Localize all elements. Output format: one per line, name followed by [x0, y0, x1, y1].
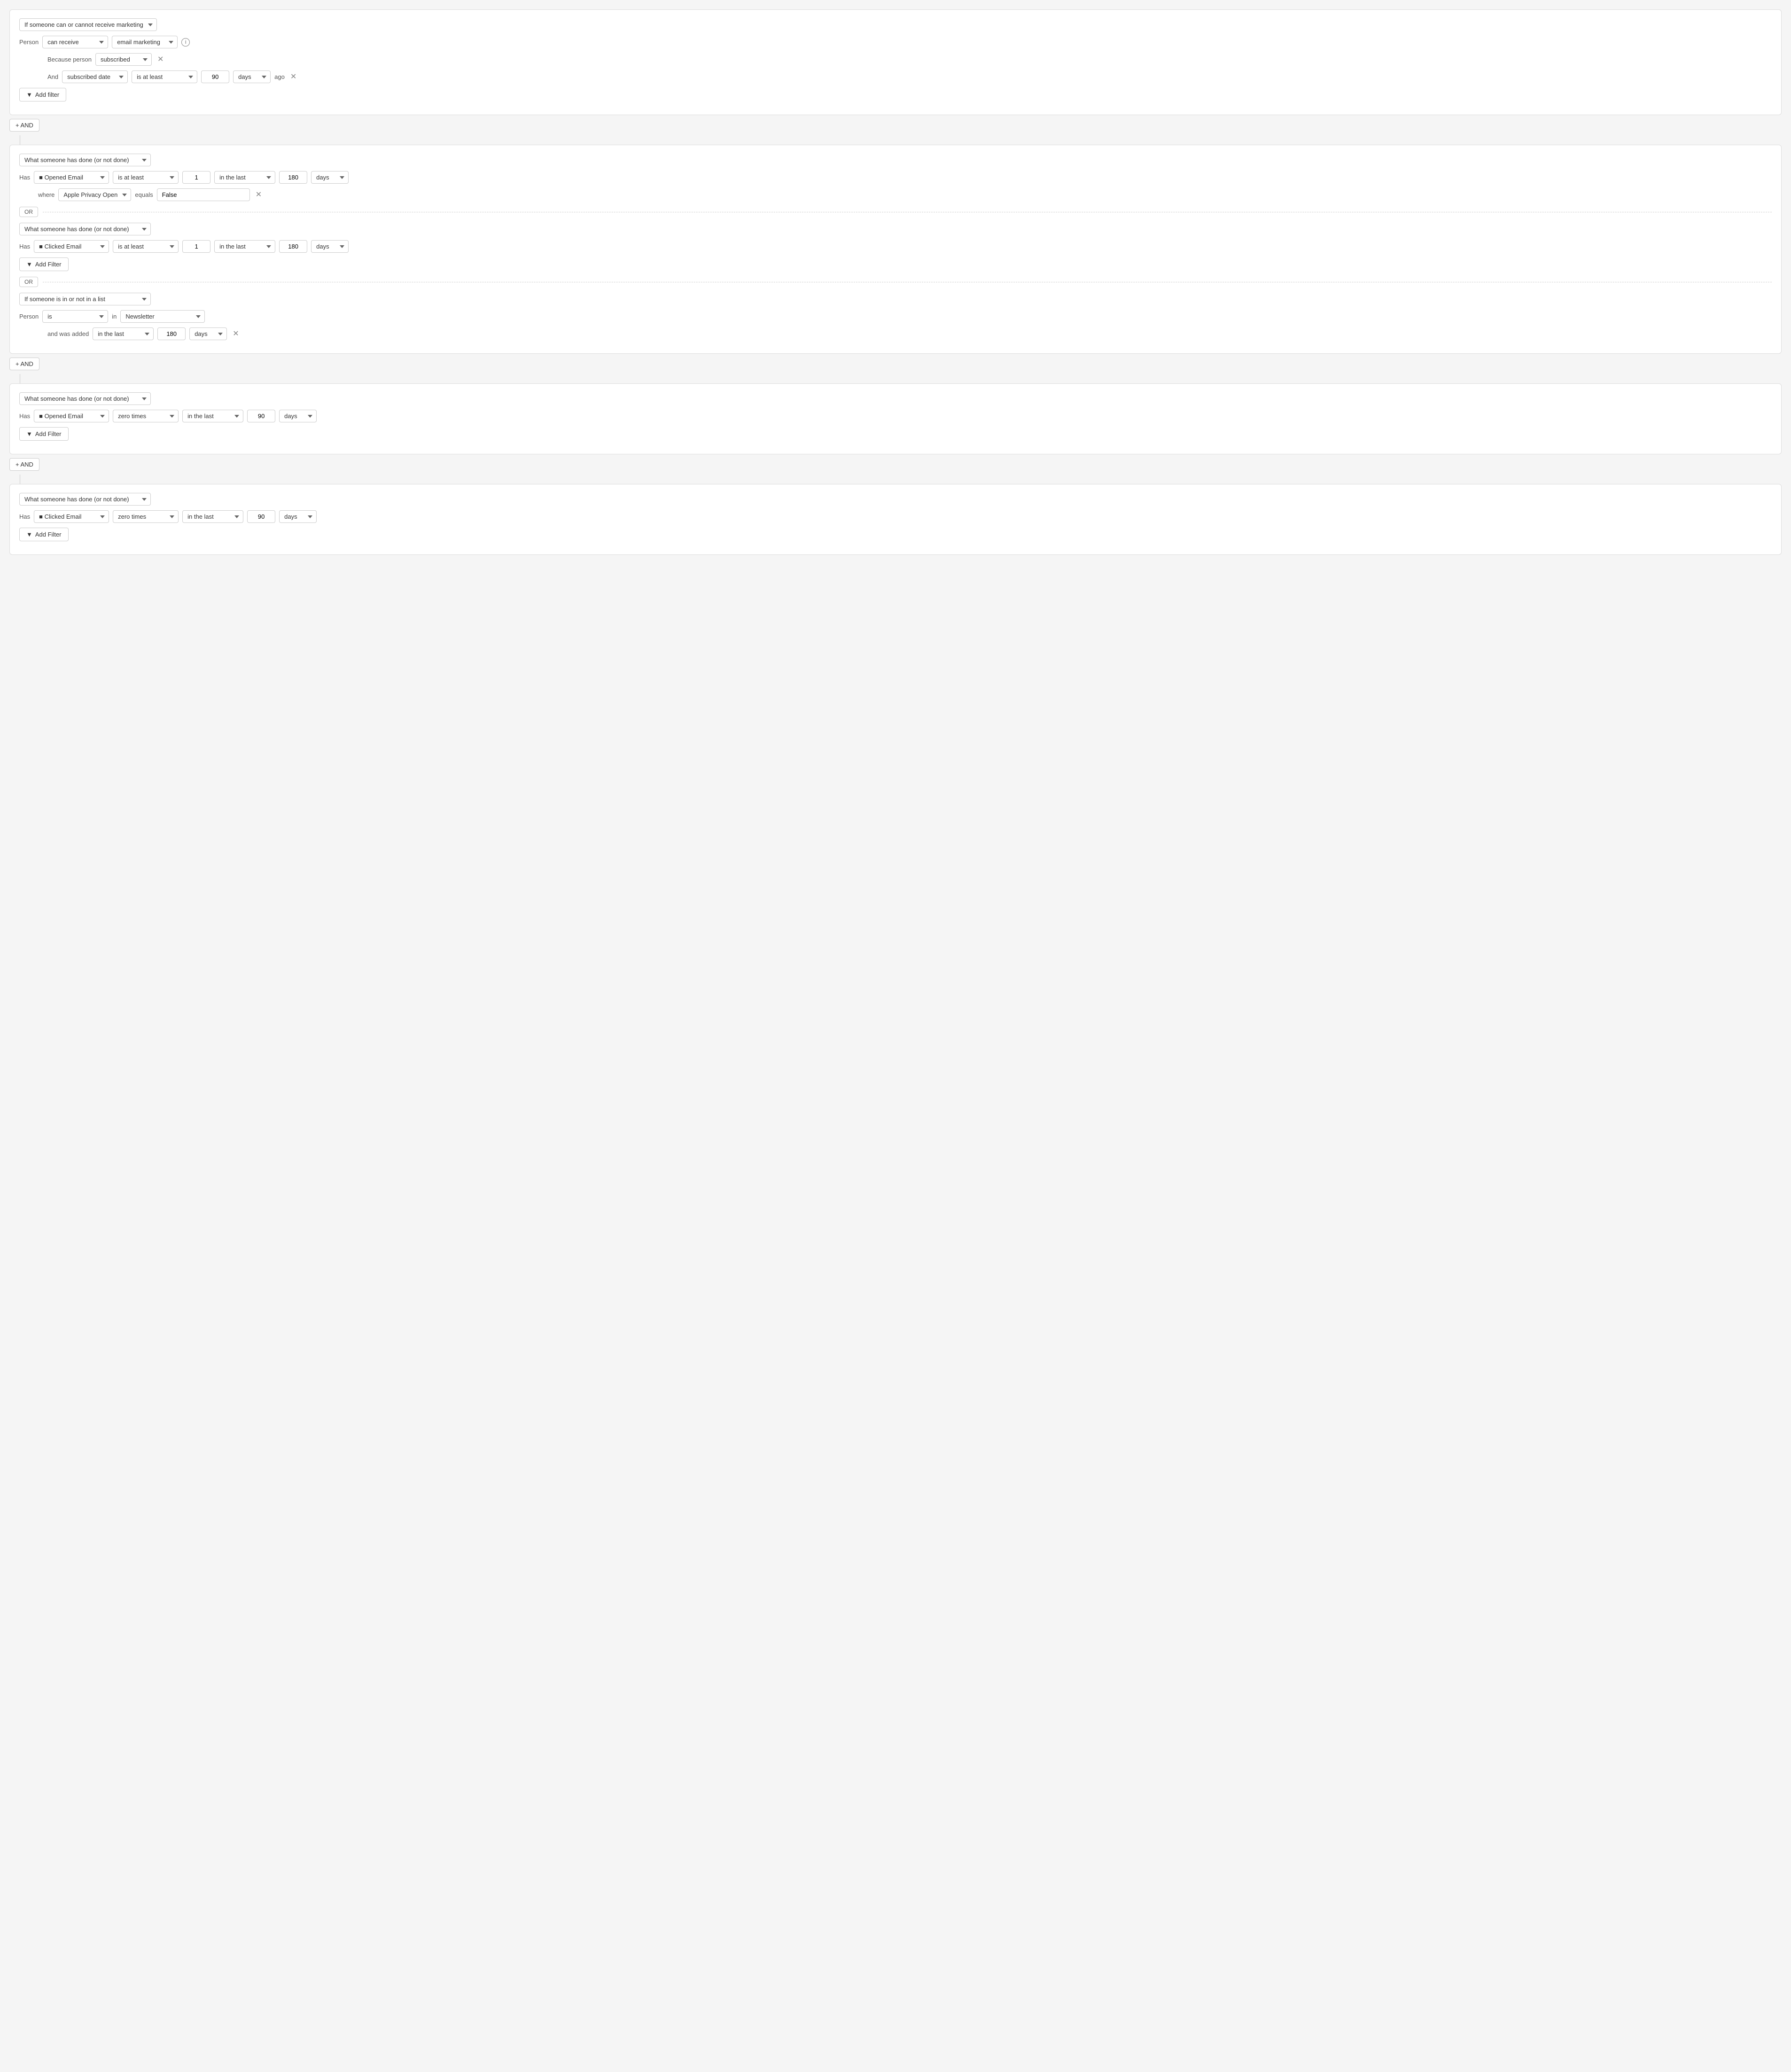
info-icon[interactable]: i: [181, 38, 190, 47]
subscribed-select[interactable]: subscribed: [95, 53, 152, 66]
main-select-3[interactable]: What someone has done (or not done): [19, 392, 151, 405]
where-label-2a: where: [38, 191, 55, 198]
and-was-added-label: and was added: [47, 330, 89, 337]
add-filter-btn-1[interactable]: ▼ Add filter: [19, 88, 66, 101]
or-divider-1: OR: [19, 207, 1772, 217]
has-label-2b: Has: [19, 243, 30, 250]
ago-label: ago: [274, 73, 285, 80]
block-group: What someone has done (or not done) Has …: [9, 145, 1782, 354]
has-label-4: Has: [19, 513, 30, 520]
days-unit-2b[interactable]: days: [311, 240, 349, 253]
add-filter-btn-3[interactable]: ▼ Add Filter: [19, 427, 69, 441]
days-value-2b[interactable]: [279, 240, 307, 253]
where-close-2a[interactable]: ✕: [254, 190, 264, 200]
subscribed-date-select[interactable]: subscribed date: [62, 70, 128, 83]
main-select-marketing[interactable]: If someone can or cannot receive marketi…: [19, 18, 157, 31]
add-filter-label-4: Add Filter: [35, 531, 62, 538]
main-select-2a[interactable]: What someone has done (or not done): [19, 154, 151, 166]
condition-select-3[interactable]: zero times: [113, 410, 179, 422]
in-label-2c: in: [112, 313, 117, 320]
filter-icon-1: ▼: [26, 91, 32, 98]
block-marketing: If someone can or cannot receive marketi…: [9, 9, 1782, 115]
days-unit-4[interactable]: days: [279, 510, 317, 523]
action-select-3[interactable]: ■ Opened Email: [34, 410, 109, 422]
condition-select-2b[interactable]: is at least: [113, 240, 179, 253]
action-select-2b[interactable]: ■ Clicked Email: [34, 240, 109, 253]
condition-select-4[interactable]: zero times: [113, 510, 179, 523]
where-field-2a[interactable]: Apple Privacy Open: [58, 188, 131, 201]
main-select-4[interactable]: What someone has done (or not done): [19, 493, 151, 506]
and-connector-2: + AND: [9, 358, 1782, 370]
block-clicked-zero: What someone has done (or not done) Has …: [9, 484, 1782, 555]
sub-block-list: If someone is in or not in a list Person…: [19, 293, 1772, 340]
can-receive-select[interactable]: can receive: [42, 36, 108, 48]
filter-icon-2b: ▼: [26, 261, 32, 268]
because-close-btn[interactable]: ✕: [156, 55, 165, 64]
has-label-2a: Has: [19, 174, 30, 181]
days-unit-2c[interactable]: days: [189, 327, 227, 340]
timeframe-select-4[interactable]: in the last: [182, 510, 243, 523]
and-label: And: [47, 73, 58, 80]
days-value-input-1[interactable]: [201, 70, 229, 83]
block-opened-zero: What someone has done (or not done) Has …: [9, 383, 1782, 454]
and-btn-3[interactable]: + AND: [9, 458, 39, 471]
value-input-2b[interactable]: [182, 240, 210, 253]
person-label-2c: Person: [19, 313, 39, 320]
or-label-2: OR: [19, 277, 38, 287]
timeframe-select-2c[interactable]: in the last: [93, 327, 154, 340]
action-select-4[interactable]: ■ Clicked Email: [34, 510, 109, 523]
because-person-label: Because person: [47, 56, 92, 63]
condition-select-2a[interactable]: is at least: [113, 171, 179, 184]
is-select-2c[interactable]: is: [42, 310, 108, 323]
days-value-3[interactable]: [247, 410, 275, 422]
action-select-2a[interactable]: ■ Opened Email: [34, 171, 109, 184]
filter-icon-3: ▼: [26, 430, 32, 437]
add-filter-label-2b: Add Filter: [35, 261, 62, 268]
or-label-1: OR: [19, 207, 38, 217]
list-select-2c[interactable]: Newsletter: [120, 310, 205, 323]
and-btn-2[interactable]: + AND: [9, 358, 39, 370]
and-connector-3: + AND: [9, 458, 1782, 471]
days-unit-3[interactable]: days: [279, 410, 317, 422]
and-row-close-btn[interactable]: ✕: [288, 72, 298, 82]
email-marketing-select[interactable]: email marketing: [112, 36, 178, 48]
and-btn-1[interactable]: + AND: [9, 119, 39, 132]
or-divider-2: OR: [19, 277, 1772, 287]
person-label: Person: [19, 39, 39, 46]
filter-icon-4: ▼: [26, 531, 32, 538]
where-value-2a[interactable]: [157, 188, 250, 201]
add-filter-label-1: Add filter: [35, 91, 59, 98]
days-unit-2a[interactable]: days: [311, 171, 349, 184]
add-filter-btn-4[interactable]: ▼ Add Filter: [19, 528, 69, 541]
has-label-3: Has: [19, 413, 30, 420]
add-filter-label-3: Add Filter: [35, 430, 62, 437]
days-value-2c[interactable]: [157, 327, 186, 340]
main-select-2b[interactable]: What someone has done (or not done): [19, 223, 151, 235]
add-filter-btn-2b[interactable]: ▼ Add Filter: [19, 257, 69, 271]
list-row-close-btn[interactable]: ✕: [231, 329, 241, 339]
value-input-2a[interactable]: [182, 171, 210, 184]
equals-label-2a: equals: [135, 191, 153, 198]
main-select-2c[interactable]: If someone is in or not in a list: [19, 293, 151, 305]
is-at-least-select-1[interactable]: is at least: [132, 70, 197, 83]
and-connector-1: + AND: [9, 119, 1782, 132]
timeframe-select-2b[interactable]: in the last: [214, 240, 275, 253]
days-value-4[interactable]: [247, 510, 275, 523]
days-value-2a[interactable]: [279, 171, 307, 184]
timeframe-select-2a[interactable]: in the last: [214, 171, 275, 184]
sub-block-clicked: What someone has done (or not done) Has …: [19, 223, 1772, 271]
timeframe-select-3[interactable]: in the last: [182, 410, 243, 422]
sub-block-opened: What someone has done (or not done) Has …: [19, 154, 1772, 201]
days-unit-select-1[interactable]: days: [233, 70, 271, 83]
